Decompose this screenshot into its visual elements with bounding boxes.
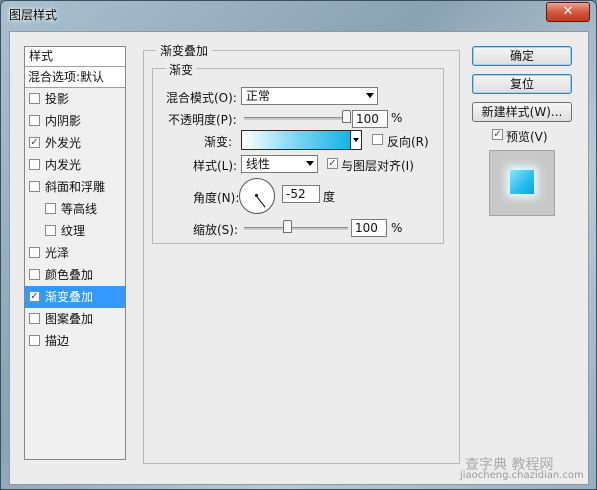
gradient-preview[interactable] — [241, 130, 361, 150]
title-bar[interactable]: 图层样式 ✕ — [1, 1, 596, 25]
style-list-item[interactable]: 内阴影 — [25, 110, 125, 132]
close-icon: ✕ — [562, 4, 574, 19]
style-list-item[interactable]: 斜面和浮雕 — [25, 176, 125, 198]
style-checkbox[interactable] — [29, 269, 40, 280]
ok-button[interactable]: 确定 — [472, 46, 572, 66]
style-list-item-label: 斜面和浮雕 — [45, 180, 106, 194]
opacity-slider-thumb[interactable] — [342, 110, 351, 123]
style-list-item[interactable]: 描边 — [25, 330, 125, 352]
blend-mode-label: 混合模式(O): — [166, 91, 237, 105]
chevron-down-icon — [353, 138, 359, 142]
style-list: 样式 混合选项:默认 投影内阴影 ✓ 外发光内发光斜面和浮雕等高线纹理光泽颜色叠加 ✓… — [24, 46, 126, 460]
style-list-item-label: 内阴影 — [45, 114, 82, 128]
style-list-item[interactable]: 图案叠加 — [25, 308, 125, 330]
dialog-client-area: 样式 混合选项:默认 投影内阴影 ✓ 外发光内发光斜面和浮雕等高线纹理光泽颜色叠加 ✓… — [9, 31, 589, 485]
style-list-item[interactable]: 颜色叠加 — [25, 264, 125, 286]
style-list-item-label: 投影 — [45, 92, 70, 106]
style-list-item-label: 外发光 — [45, 136, 82, 150]
style-list-item[interactable]: ✓ 渐变叠加 — [25, 286, 125, 308]
angle-dial[interactable] — [239, 178, 275, 214]
angle-input[interactable]: -52 — [282, 185, 320, 203]
preview-label: 预览(V) — [506, 130, 548, 144]
preview-checkbox[interactable]: ✓ — [492, 129, 503, 140]
window-title: 图层样式 — [9, 8, 58, 22]
style-checkbox[interactable] — [29, 335, 40, 346]
style-list-item-label: 内发光 — [45, 158, 82, 172]
blend-options-item[interactable]: 混合选项:默认 — [25, 67, 125, 88]
angle-dial-center — [255, 194, 258, 197]
gradient-picker-button[interactable] — [350, 130, 362, 150]
scale-input[interactable]: 100 — [351, 219, 387, 237]
style-label: 样式(L): — [193, 159, 238, 173]
opacity-unit: % — [391, 111, 403, 125]
chevron-down-icon — [306, 161, 314, 166]
panel-title: 渐变叠加 — [156, 42, 213, 59]
style-list-item-label: 颜色叠加 — [45, 268, 94, 282]
opacity-input[interactable]: 100 — [352, 110, 388, 128]
style-list-item[interactable]: ✓ 外发光 — [25, 132, 125, 154]
style-list-item[interactable]: 光泽 — [25, 242, 125, 264]
style-list-item[interactable]: 内发光 — [25, 154, 125, 176]
reverse-checkbox[interactable] — [372, 134, 383, 145]
style-checkbox[interactable] — [29, 247, 40, 258]
opacity-slider[interactable] — [244, 117, 348, 120]
style-list-item-label: 光泽 — [45, 246, 70, 260]
style-checkbox[interactable] — [29, 115, 40, 126]
angle-label: 角度(N): — [193, 191, 240, 205]
style-list-item-label: 纹理 — [61, 224, 86, 238]
watermark-url: jiaocheng.chazidian.com — [460, 470, 584, 481]
style-list-item[interactable]: 等高线 — [25, 198, 125, 220]
scale-slider-thumb[interactable] — [283, 220, 293, 233]
new-style-button[interactable]: 新建样式(W)... — [472, 102, 572, 122]
style-list-item-label: 渐变叠加 — [45, 290, 94, 304]
chevron-down-icon — [366, 93, 374, 98]
align-with-layer-label: 与图层对齐(I) — [341, 159, 414, 173]
style-checkbox[interactable] — [29, 159, 40, 170]
gradient-group-title: 渐变 — [166, 61, 197, 78]
style-checkbox[interactable]: ✓ — [29, 291, 40, 302]
style-checkbox[interactable] — [45, 203, 56, 214]
style-list-item-label: 等高线 — [61, 202, 98, 216]
style-checkbox[interactable] — [45, 225, 56, 236]
reverse-label: 反向(R) — [387, 135, 429, 149]
style-list-item[interactable]: 投影 — [25, 88, 125, 110]
angle-needle — [256, 196, 266, 208]
scale-slider[interactable] — [244, 227, 348, 230]
gradient-label: 渐变: — [204, 135, 233, 149]
align-with-layer-checkbox[interactable]: ✓ — [327, 158, 338, 169]
style-list-header[interactable]: 样式 — [25, 47, 125, 67]
style-list-item-label: 描边 — [45, 334, 70, 348]
reset-button[interactable]: 复位 — [472, 74, 572, 94]
preview-swatch — [510, 170, 534, 194]
scale-unit: % — [391, 221, 403, 235]
gradient-style-select[interactable]: 线性 — [241, 155, 318, 173]
gradient-style-value: 线性 — [246, 157, 271, 171]
opacity-label: 不透明度(P): — [168, 113, 237, 127]
style-checkbox[interactable] — [29, 181, 40, 192]
angle-unit: 度 — [323, 190, 336, 204]
style-checkbox[interactable] — [29, 93, 40, 104]
blend-mode-select[interactable]: 正常 — [241, 87, 378, 105]
layer-style-dialog: 图层样式 ✕ 样式 混合选项:默认 投影内阴影 ✓ 外发光内发光斜面和浮雕等高线纹理… — [0, 0, 597, 490]
close-button[interactable]: ✕ — [546, 2, 590, 22]
style-list-item[interactable]: 纹理 — [25, 220, 125, 242]
scale-label: 缩放(S): — [193, 223, 239, 237]
style-list-item-label: 图案叠加 — [45, 312, 94, 326]
style-checkbox[interactable]: ✓ — [29, 137, 40, 148]
blend-mode-value: 正常 — [246, 89, 271, 103]
style-preview-thumbnail — [489, 150, 555, 216]
style-checkbox[interactable] — [29, 313, 40, 324]
